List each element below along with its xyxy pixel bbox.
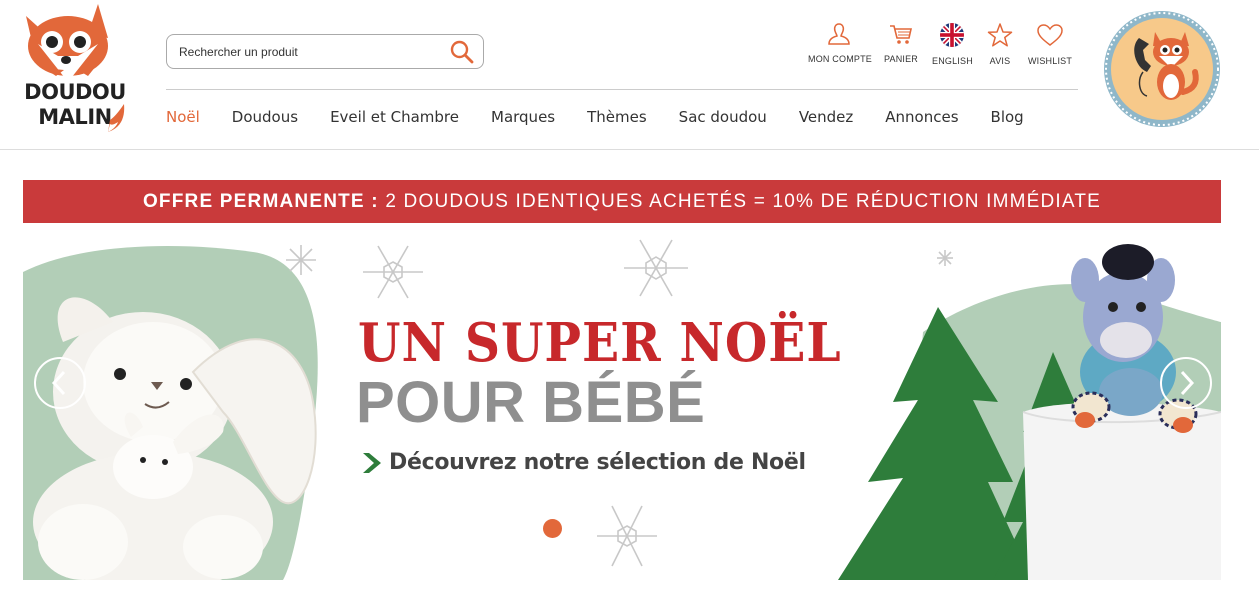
reviews-label: AVIS (989, 56, 1011, 66)
nav-divider (166, 89, 1078, 90)
slider-next-button[interactable] (1160, 357, 1212, 409)
user-icon (828, 23, 850, 45)
search-bar (166, 34, 484, 69)
reviews-link[interactable]: AVIS (986, 22, 1014, 66)
nav-item-themes[interactable]: Thèmes (587, 108, 647, 126)
promo-text: 2 DOUDOUS IDENTIQUES ACHETÉS = 10% DE RÉ… (385, 191, 1102, 212)
cart-icon (890, 25, 912, 44)
slider-prev-button[interactable] (34, 357, 86, 409)
chevron-left-icon (51, 370, 66, 396)
nav-item-vendez[interactable]: Vendez (799, 108, 853, 126)
hero-cta-text: Découvrez notre sélection de Noël (389, 450, 806, 475)
hero-cta-link[interactable]: Découvrez notre sélection de Noël (361, 450, 806, 475)
wishlist-label: WISHLIST (1027, 56, 1073, 66)
hero-subheadline: POUR BÉBÉ (356, 370, 706, 435)
uk-flag-icon (940, 23, 964, 47)
chevron-right-icon (363, 452, 381, 473)
main-nav: Noël Doudous Eveil et Chambre Marques Th… (166, 108, 1056, 126)
wishlist-link[interactable]: WISHLIST (1026, 22, 1074, 66)
search-icon (450, 40, 474, 64)
nav-item-blog[interactable]: Blog (991, 108, 1024, 126)
search-button[interactable] (449, 39, 475, 65)
heart-icon (1037, 24, 1063, 46)
search-input[interactable] (179, 43, 439, 61)
nav-item-eveil-et-chambre[interactable]: Eveil et Chambre (330, 108, 459, 126)
slider-dot-active[interactable] (543, 519, 562, 538)
promo-banner[interactable]: OFFRE PERMANENTE : 2 DOUDOUS IDENTIQUES … (23, 180, 1221, 223)
star-icon (987, 23, 1013, 47)
hero-slider[interactable]: UN SUPER NOËL POUR BÉBÉ Découvrez notre … (23, 232, 1221, 580)
fox-tail-icon (108, 104, 125, 132)
fox-logo-icon (26, 4, 108, 82)
promo-label: OFFRE PERMANENTE : (142, 191, 379, 212)
site-header: DOUDOU MALIN MON COMPTE (0, 0, 1259, 150)
nav-item-annonces[interactable]: Annonces (885, 108, 958, 126)
nav-item-marques[interactable]: Marques (491, 108, 555, 126)
hero-headline: UN SUPER NOËL (358, 312, 842, 374)
cart-label: PANIER (883, 54, 919, 64)
language-link[interactable]: ENGLISH (932, 22, 973, 66)
chevron-right-icon (1180, 370, 1195, 396)
language-label: ENGLISH (932, 56, 973, 66)
account-link[interactable]: MON COMPTE (808, 22, 872, 64)
phone-fox-badge-icon (1104, 11, 1220, 127)
nav-item-noel[interactable]: Noël (166, 108, 200, 126)
contact-badge[interactable] (1103, 10, 1221, 128)
account-label: MON COMPTE (808, 54, 872, 64)
nav-item-doudous[interactable]: Doudous (232, 108, 298, 126)
nav-item-sac-doudou[interactable]: Sac doudou (679, 108, 767, 126)
cart-link[interactable]: PANIER (883, 22, 919, 64)
logo[interactable]: DOUDOU MALIN (18, 4, 133, 139)
